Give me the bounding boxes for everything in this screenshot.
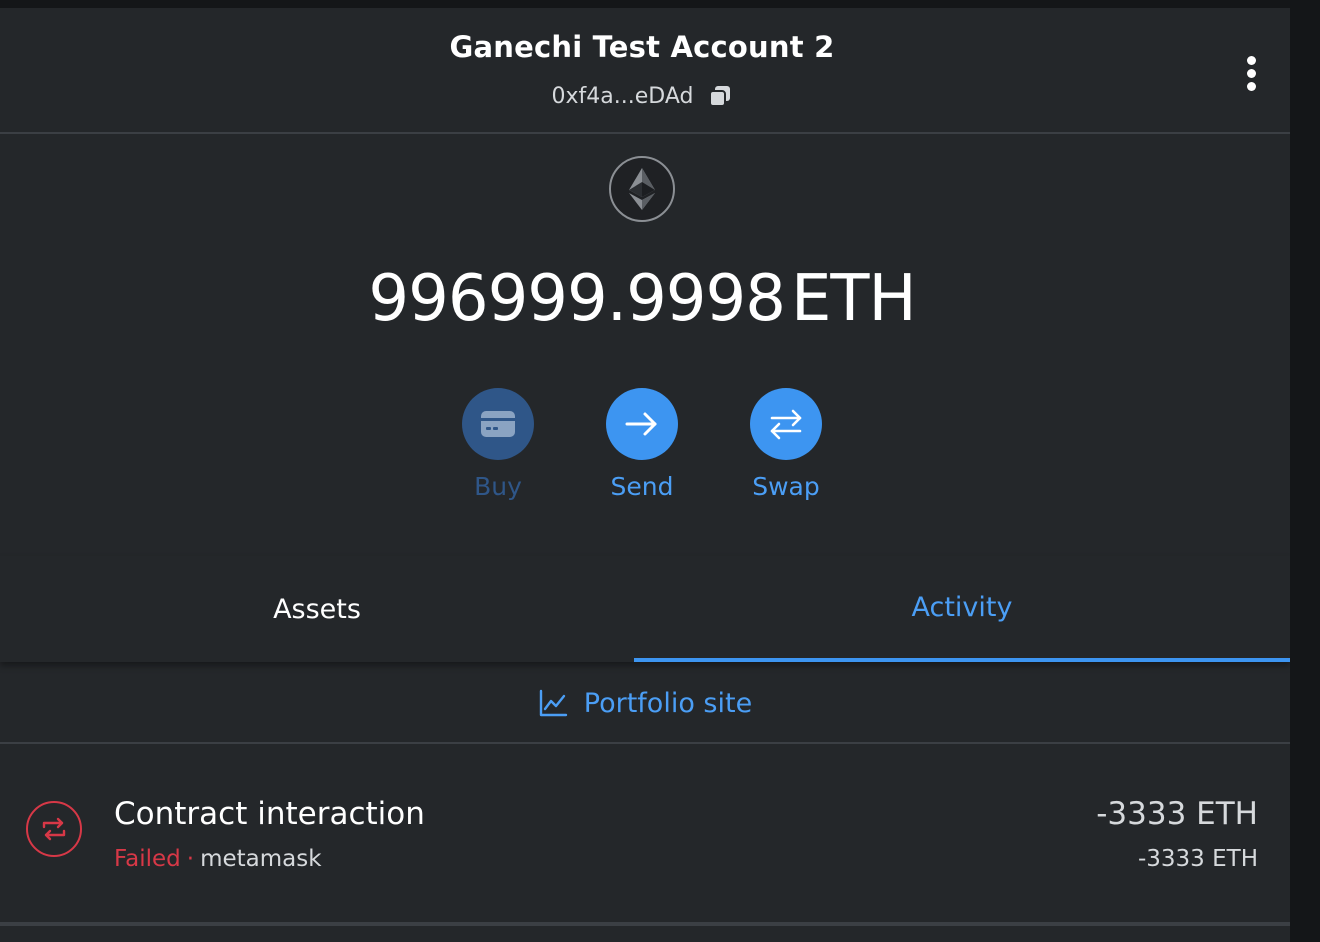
status-separator: ·	[186, 846, 195, 872]
account-name[interactable]: Ganechi Test Account 2	[0, 30, 1284, 64]
buy-label: Buy	[474, 472, 522, 501]
balance-amount: 996999.9998	[368, 262, 786, 336]
status-badge: Failed	[114, 846, 181, 872]
window-right-gutter	[1290, 0, 1320, 942]
transaction-row[interactable]: Contract interaction Failed · metamask -33…	[0, 746, 1290, 926]
account-header: Ganechi Test Account 2 0xf4a...eDAd	[0, 8, 1290, 134]
send-button[interactable]: Send	[587, 388, 697, 501]
transaction-secondary-amount: -3333 ETH	[1137, 846, 1258, 872]
wallet-app: Ganechi Test Account 2 0xf4a...eDAd 9969…	[0, 8, 1290, 942]
eth-balance: 996999.9998ETH	[0, 262, 1284, 336]
portfolio-site-label: Portfolio site	[583, 687, 753, 719]
card-icon	[462, 388, 534, 460]
transaction-primary-amount: -3333 ETH	[1096, 796, 1258, 832]
tab-bar: Assets Activity	[0, 556, 1290, 662]
ethereum-icon	[609, 156, 675, 222]
address-row[interactable]: 0xf4a...eDAd	[0, 84, 1284, 109]
account-address[interactable]: 0xf4a...eDAd	[552, 84, 694, 109]
kebab-menu-icon[interactable]	[1240, 54, 1264, 92]
tab-assets[interactable]: Assets	[0, 556, 634, 662]
swap-button[interactable]: Swap	[731, 388, 841, 501]
swap-arrows-icon	[26, 801, 82, 857]
arrow-right-icon	[606, 388, 678, 460]
transaction-origin: metamask	[200, 846, 322, 872]
balance-unit: ETH	[790, 262, 917, 336]
buy-button[interactable]: Buy	[443, 388, 553, 501]
swap-arrows-icon	[750, 388, 822, 460]
window-top-strip	[0, 0, 1320, 8]
send-label: Send	[610, 472, 674, 501]
portfolio-site-link[interactable]: Portfolio site	[0, 664, 1290, 744]
chart-line-icon	[538, 688, 568, 718]
tab-activity[interactable]: Activity	[634, 556, 1290, 662]
copy-icon[interactable]	[708, 84, 732, 108]
transaction-subtitle: Failed · metamask	[114, 846, 322, 872]
swap-label: Swap	[752, 472, 820, 501]
transaction-title: Contract interaction	[114, 796, 425, 832]
